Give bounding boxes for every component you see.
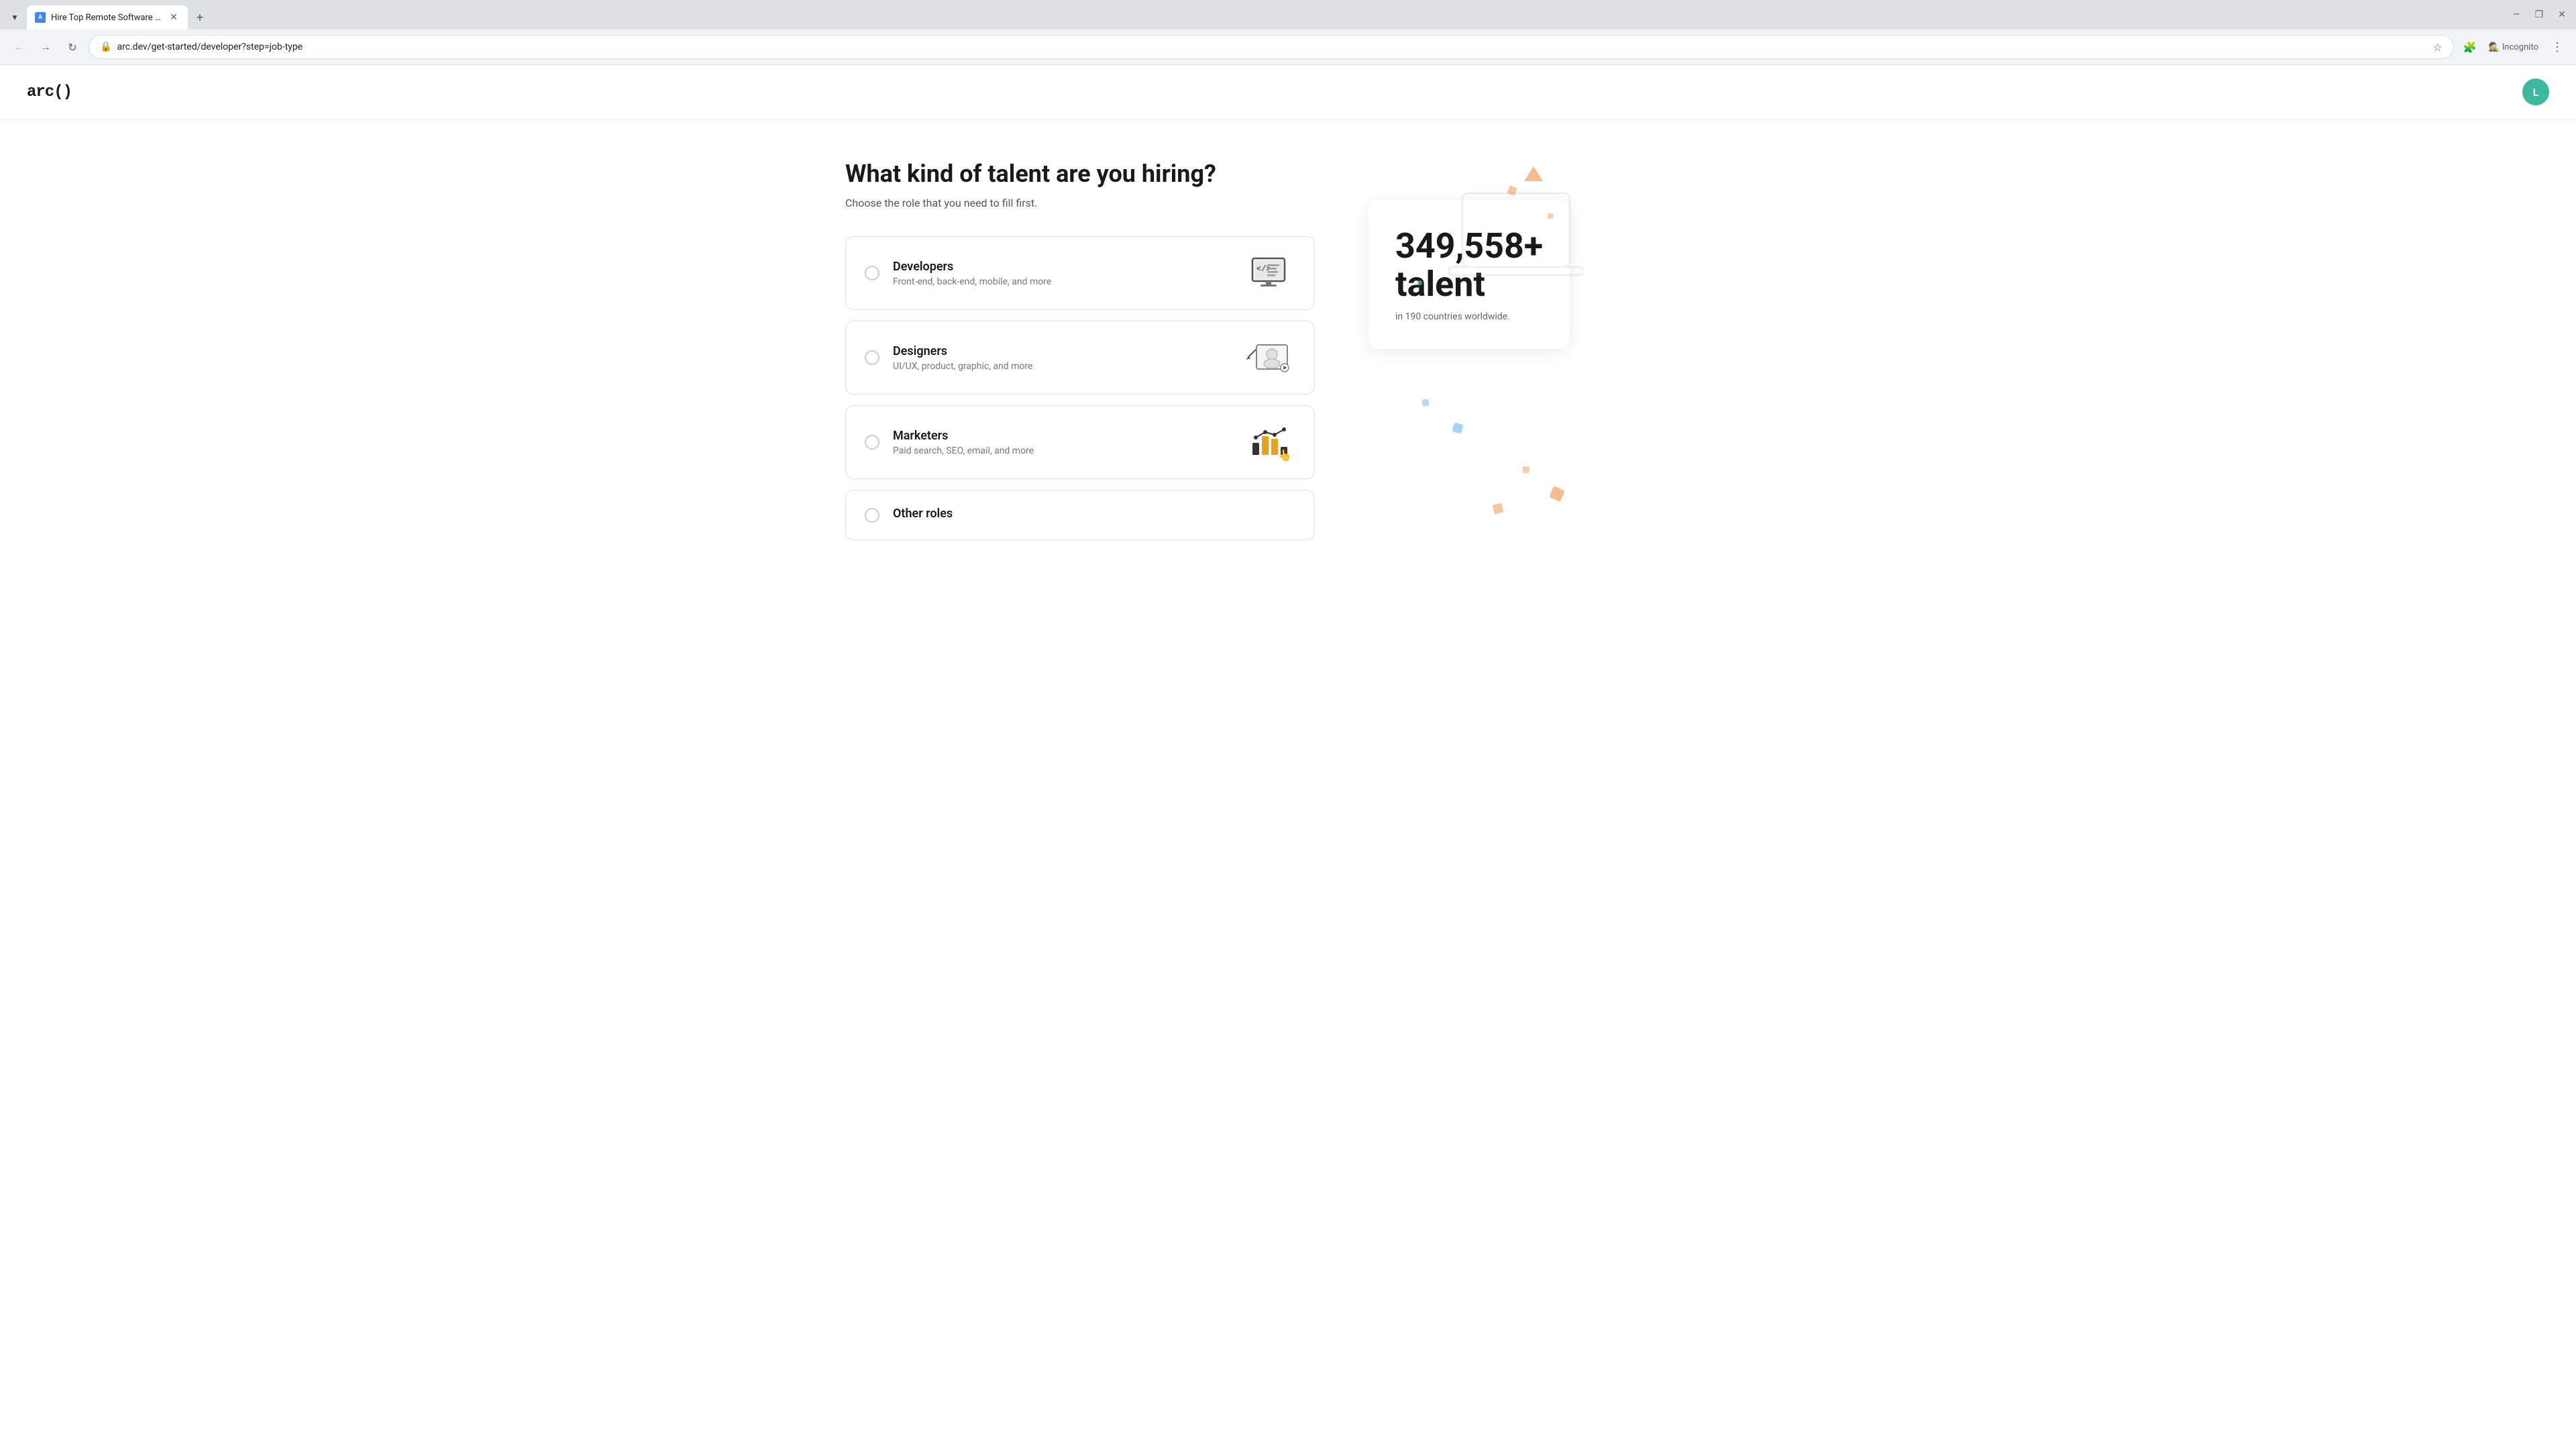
deco-blue-2 (1421, 399, 1430, 407)
radio-marketers[interactable] (865, 435, 879, 450)
deco-blue-1 (1452, 423, 1463, 434)
page-title: What kind of talent are you hiring? (845, 160, 1315, 189)
deco-square-3 (1549, 486, 1565, 502)
option-card-developers[interactable]: Developers Front-end, back-end, mobile, … (845, 236, 1315, 310)
bookmark-icon[interactable]: ☆ (2432, 41, 2442, 54)
tab-close-button[interactable]: ✕ (168, 11, 180, 23)
incognito-text: Incognito (2502, 42, 2538, 52)
lock-icon: 🔒 (100, 42, 111, 52)
deco-triangle-1 (1524, 166, 1543, 181)
new-tab-button[interactable]: + (191, 8, 209, 27)
deco-square-5 (1492, 503, 1503, 515)
more-options-button[interactable]: ⋮ (2546, 36, 2568, 58)
svg-text:👆: 👆 (1278, 449, 1291, 461)
developers-icon: </> (1242, 253, 1295, 293)
stats-number: 349,558+ (1395, 227, 1543, 265)
option-text-designers: Designers UI/UX, product, graphic, and m… (893, 344, 1242, 372)
maximize-button[interactable]: ❐ (2530, 6, 2548, 23)
extensions-button[interactable]: 🧩 (2459, 36, 2481, 58)
tab-bar: ▼ A Hire Top Remote Software Dev... ✕ + … (0, 0, 2576, 30)
designers-icon (1242, 338, 1295, 378)
option-desc-marketers: Paid search, SEO, email, and more (893, 446, 1242, 456)
window-controls: — ❐ ✕ (2508, 6, 2571, 29)
page-content: arc() L What kind of talent are you hiri… (0, 65, 2576, 1450)
option-desc-developers: Front-end, back-end, mobile, and more (893, 276, 1242, 287)
browser-chrome: ▼ A Hire Top Remote Software Dev... ✕ + … (0, 0, 2576, 65)
minimize-button[interactable]: — (2508, 6, 2525, 23)
stats-label: talent (1395, 265, 1543, 303)
reload-button[interactable]: ↻ (62, 36, 83, 58)
option-title-developers: Developers (893, 260, 1242, 274)
site-header: arc() L (0, 65, 2576, 119)
incognito-icon: 🕵 (2489, 42, 2500, 52)
option-card-designers[interactable]: Designers UI/UX, product, graphic, and m… (845, 321, 1315, 395)
radio-other[interactable] (865, 508, 879, 523)
option-title-designers: Designers (893, 344, 1242, 358)
tab-title: Hire Top Remote Software Dev... (51, 13, 162, 23)
radio-designers[interactable] (865, 350, 879, 365)
tab-favicon: A (35, 12, 46, 23)
stats-card: 349,558+ talent in 190 countries worldwi… (1368, 200, 1570, 349)
option-card-other[interactable]: Other roles (845, 490, 1315, 540)
incognito-indicator[interactable]: 🕵 Incognito (2483, 36, 2544, 58)
nav-right-controls: 🧩 🕵 Incognito ⋮ (2459, 36, 2568, 58)
stats-description: in 190 countries worldwide. (1395, 311, 1543, 322)
option-text-developers: Developers Front-end, back-end, mobile, … (893, 260, 1242, 287)
close-button[interactable]: ✕ (2553, 6, 2571, 23)
page-subtitle: Choose the role that you need to fill fi… (845, 197, 1315, 209)
marketers-icon: 👆 (1242, 422, 1295, 462)
site-logo[interactable]: arc() (27, 83, 72, 101)
address-bar[interactable]: 🔒 arc.dev/get-started/developer?step=job… (89, 35, 2454, 59)
url-text: arc.dev/get-started/developer?step=job-t… (117, 42, 2427, 52)
header-right: L (2522, 79, 2549, 105)
option-text-other: Other roles (893, 507, 1295, 523)
deco-square-1 (1507, 185, 1517, 195)
radio-developers[interactable] (865, 266, 879, 280)
left-content: What kind of talent are you hiring? Choo… (845, 160, 1315, 540)
option-title-other: Other roles (893, 507, 1295, 521)
main-layout: What kind of talent are you hiring? Choo… (818, 119, 1758, 580)
option-text-marketers: Marketers Paid search, SEO, email, and m… (893, 429, 1242, 456)
options-list: Developers Front-end, back-end, mobile, … (845, 236, 1315, 540)
option-desc-designers: UI/UX, product, graphic, and more (893, 361, 1242, 372)
right-content: 349,558+ talent in 190 countries worldwi… (1315, 160, 1583, 540)
option-card-marketers[interactable]: Marketers Paid search, SEO, email, and m… (845, 405, 1315, 479)
tab-group-arrow[interactable]: ▼ (5, 8, 24, 27)
option-title-marketers: Marketers (893, 429, 1242, 443)
user-avatar[interactable]: L (2522, 79, 2549, 105)
active-tab[interactable]: A Hire Top Remote Software Dev... ✕ (27, 5, 188, 30)
forward-button[interactable]: → (35, 36, 56, 58)
back-button[interactable]: ← (8, 36, 30, 58)
deco-square-4 (1523, 466, 1529, 473)
nav-bar: ← → ↻ 🔒 arc.dev/get-started/developer?st… (0, 30, 2576, 64)
